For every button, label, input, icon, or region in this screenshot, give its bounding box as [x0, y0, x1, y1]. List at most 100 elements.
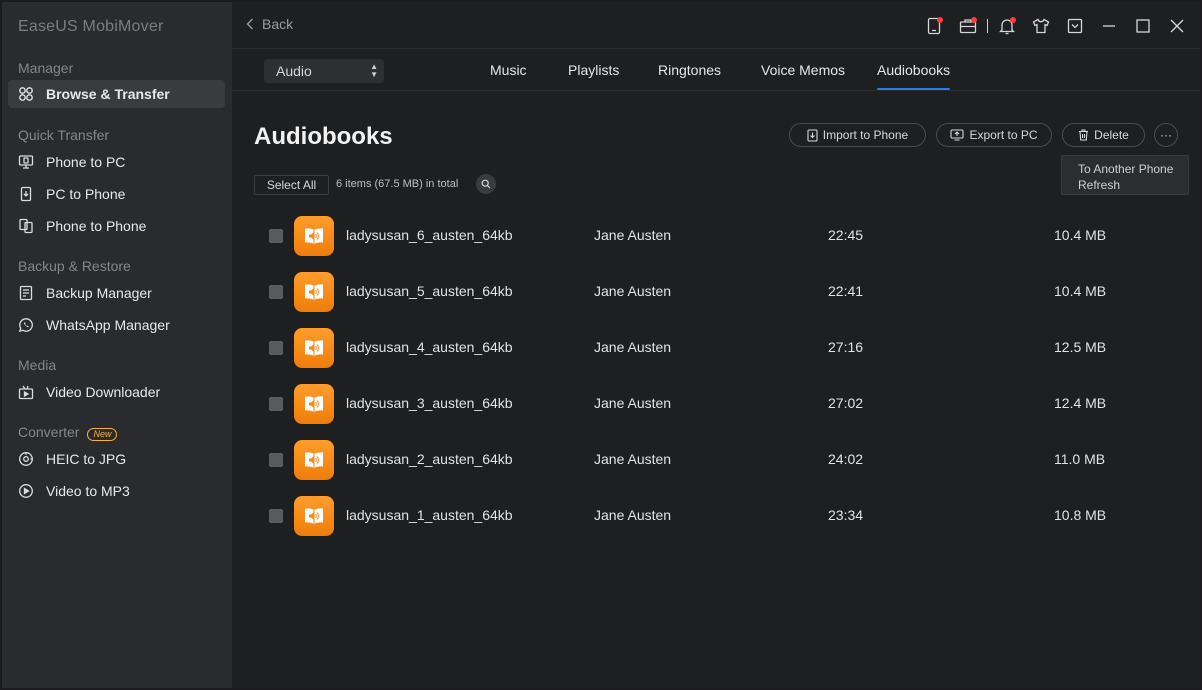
chevron-left-icon [246, 18, 253, 30]
row-checkbox[interactable] [269, 285, 283, 299]
sidebar-item-label: Video to MP3 [46, 483, 130, 499]
export-to-pc-button[interactable]: Export to PC [936, 123, 1052, 147]
sidebar-item-label: Phone to PC [46, 154, 126, 170]
title-bar: Back [232, 2, 1200, 49]
import-to-phone-button[interactable]: Import to Phone [789, 123, 926, 147]
audiobook-duration: 22:45 [828, 227, 864, 243]
audiobook-duration: 22:41 [828, 283, 864, 299]
row-checkbox[interactable] [269, 509, 283, 523]
sidebar-item-label: Browse & Transfer [46, 86, 170, 102]
sidebar-item-phone-to-pc[interactable]: Phone to PC [8, 148, 225, 176]
sidebar-item-heic-to-jpg[interactable]: HEIC to JPG [8, 445, 225, 473]
sidebar-item-video-downloader[interactable]: Video Downloader [8, 378, 225, 406]
section-title-backup-restore: Backup & Restore [18, 258, 131, 274]
sidebar-item-label: Phone to Phone [46, 218, 147, 234]
video-download-icon [18, 384, 34, 400]
audiobook-size: 10.4 MB [1054, 283, 1107, 299]
main-panel: Back Audio ▲ ▼ Music Playlists Ringtones… [232, 2, 1200, 688]
row-checkbox[interactable] [269, 397, 283, 411]
maximize-icon[interactable] [1126, 9, 1160, 43]
list-item[interactable]: ladysusan_3_austen_64kb Jane Austen 27:02 1… [232, 376, 1200, 432]
bell-icon[interactable] [990, 9, 1024, 43]
search-button[interactable] [476, 174, 496, 194]
chevron-up-down-icon: ▲ ▼ [370, 62, 378, 79]
tab-ringtones[interactable]: Ringtones [658, 50, 721, 90]
audiobook-duration: 27:02 [828, 395, 864, 411]
notification-dot [971, 16, 977, 23]
minimize-icon[interactable] [1092, 9, 1126, 43]
page-title: Audiobooks [254, 123, 393, 150]
shirt-icon[interactable] [1024, 9, 1058, 43]
tab-audiobooks[interactable]: Audiobooks [869, 50, 958, 90]
tab-music[interactable]: Music [490, 50, 527, 90]
device-icon[interactable] [917, 9, 951, 43]
sidebar-item-label: WhatsApp Manager [46, 317, 170, 333]
menu-item-to-another-phone[interactable]: To Another Phone [1078, 161, 1188, 177]
toolbox-icon[interactable] [951, 9, 985, 43]
import-label: Import to Phone [822, 128, 909, 142]
divider [987, 18, 988, 33]
audiobook-duration: 23:34 [828, 507, 864, 523]
category-select-value: Audio [276, 63, 312, 79]
app-window: EaseUS MobiMover Manager Browse & Transf… [2, 2, 1200, 688]
menu-item-refresh[interactable]: Refresh [1078, 177, 1188, 193]
items-count: 6 items (67.5 MB) in total [336, 178, 459, 190]
whatsapp-icon [18, 317, 34, 333]
tab-bar: Audio ▲ ▼ Music Playlists Ringtones Voice… [232, 50, 1200, 91]
sidebar-item-browse-transfer[interactable]: Browse & Transfer [8, 80, 225, 108]
back-label: Back [262, 16, 294, 32]
phone-to-pc-icon [18, 154, 34, 170]
window-controls [917, 2, 1200, 49]
more-options-menu: To Another Phone Refresh [1061, 155, 1189, 195]
section-title-quick-transfer: Quick Transfer [18, 127, 110, 143]
phone-to-phone-icon [18, 218, 34, 234]
grid-icon [18, 86, 34, 102]
list-item[interactable]: ladysusan_4_austen_64kb Jane Austen 27:16 1… [232, 320, 1200, 376]
delete-button[interactable]: Delete [1062, 123, 1145, 147]
converter-title: Converter [18, 424, 80, 440]
sidebar-item-label: PC to Phone [46, 186, 126, 202]
tab-playlists[interactable]: Playlists [568, 50, 619, 90]
backup-icon [18, 285, 34, 301]
row-checkbox[interactable] [269, 453, 283, 467]
sidebar-item-label: Video Downloader [46, 384, 161, 400]
heic-icon [18, 451, 34, 467]
list-item[interactable]: ladysusan_1_austen_64kb Jane Austen 23:34 1… [232, 488, 1200, 544]
sidebar-item-video-to-mp3[interactable]: Video to MP3 [8, 477, 225, 505]
back-button[interactable]: Back [246, 16, 293, 32]
category-select[interactable]: Audio ▲ ▼ [264, 59, 384, 83]
select-all-button[interactable]: Select All [254, 175, 329, 195]
sidebar-item-pc-to-phone[interactable]: PC to Phone [8, 180, 225, 208]
list-item[interactable]: ladysusan_2_austen_64kb Jane Austen 24:02 1… [232, 432, 1200, 488]
notification-dot [937, 16, 943, 23]
row-checkbox[interactable] [269, 229, 283, 243]
download-icon[interactable] [1058, 9, 1092, 43]
audiobook-size: 10.8 MB [1054, 507, 1107, 523]
tab-voice-memos[interactable]: Voice Memos [761, 50, 845, 90]
sidebar-item-whatsapp-manager[interactable]: WhatsApp Manager [8, 311, 225, 339]
video-mp3-icon [18, 483, 34, 499]
audiobook-size: 12.5 MB [1054, 339, 1107, 355]
audiobook-author: Jane Austen [594, 507, 672, 523]
sidebar-item-phone-to-phone[interactable]: Phone to Phone [8, 212, 225, 240]
audiobook-author: Jane Austen [594, 283, 672, 299]
audiobook-duration: 24:02 [828, 451, 864, 467]
app-title: EaseUS MobiMover [18, 18, 164, 35]
section-title-manager: Manager [18, 60, 74, 76]
audiobook-name: ladysusan_4_austen_64kb [346, 339, 513, 355]
sidebar-item-backup-manager[interactable]: Backup Manager [8, 279, 225, 307]
more-options-button[interactable]: ··· [1154, 123, 1178, 147]
list-item[interactable]: ladysusan_6_austen_64kb Jane Austen 22:45 1… [232, 208, 1200, 264]
row-checkbox[interactable] [269, 341, 283, 355]
audiobook-duration: 27:16 [828, 339, 864, 355]
audiobook-icon [294, 384, 334, 424]
list-item[interactable]: ladysusan_5_austen_64kb Jane Austen 22:41 1… [232, 264, 1200, 320]
trash-icon [1079, 129, 1089, 141]
audiobook-name: ladysusan_6_austen_64kb [346, 227, 513, 243]
close-icon[interactable] [1160, 9, 1194, 43]
search-icon [481, 179, 491, 189]
audiobook-icon [294, 440, 334, 480]
audiobook-size: 12.4 MB [1054, 395, 1107, 411]
audiobook-icon [294, 216, 334, 256]
pc-to-phone-icon [18, 186, 34, 202]
